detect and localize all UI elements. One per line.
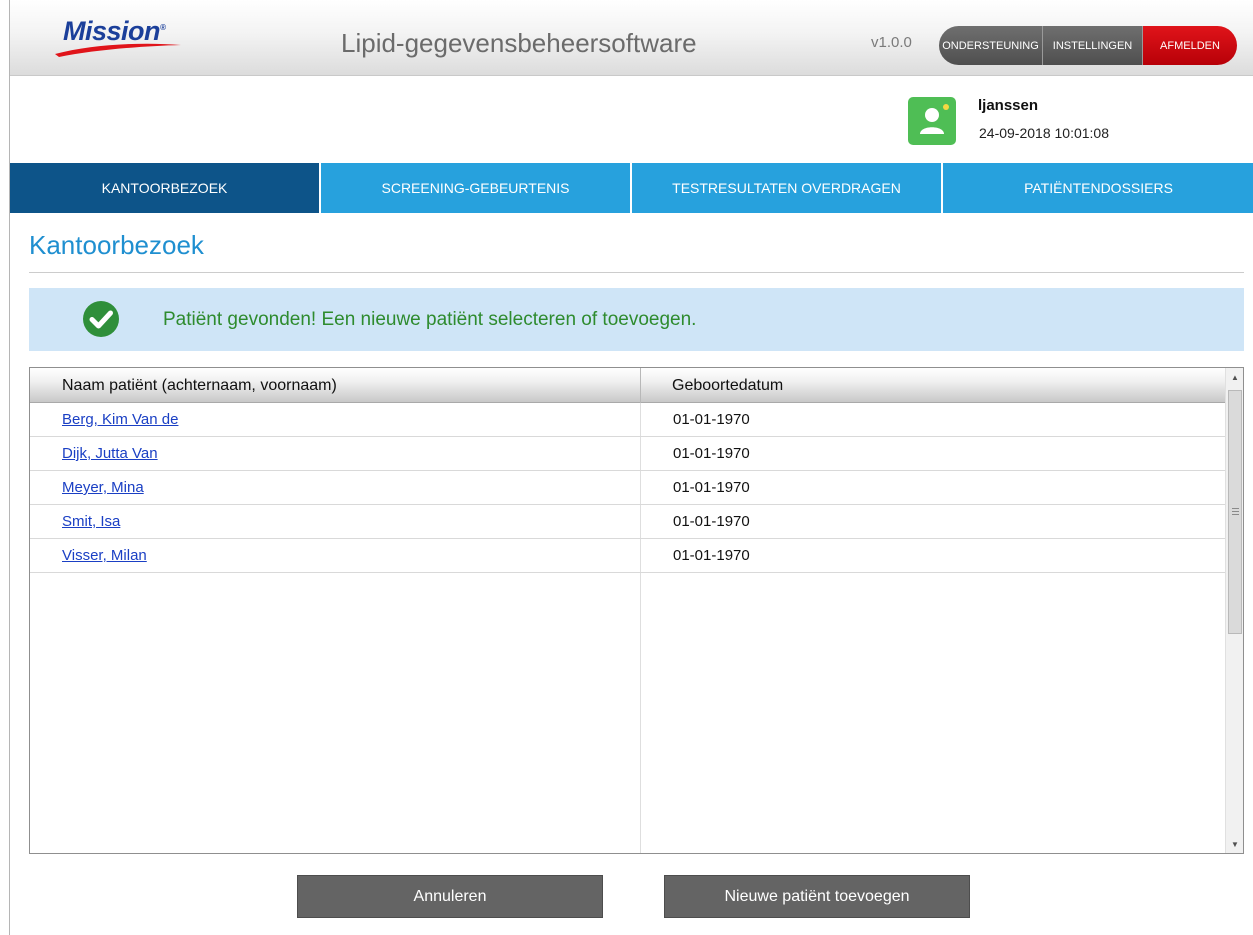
app-window: Mission® Lipid-gegevensbeheersoftware v1… xyxy=(9,0,1253,935)
scrollbar-thumb[interactable] xyxy=(1228,390,1242,634)
tab-testresultaten-overdragen[interactable]: TESTRESULTATEN OVERDRAGEN xyxy=(632,163,943,213)
patient-dob-cell: 01-01-1970 xyxy=(673,513,750,530)
patient-name-cell: Berg, Kim Van de xyxy=(30,411,641,428)
patient-dob-cell: 01-01-1970 xyxy=(673,547,750,564)
patient-name-cell: Dijk, Jutta Van xyxy=(30,445,641,462)
patient-name-link[interactable]: Meyer, Mina xyxy=(62,479,144,496)
patient-name-cell: Visser, Milan xyxy=(30,547,641,564)
tab-patientendossiers[interactable]: PATIËNTENDOSSIERS xyxy=(943,163,1253,213)
cancel-button[interactable]: Annuleren xyxy=(297,875,603,918)
title-divider xyxy=(29,272,1244,273)
header-bar: Mission® Lipid-gegevensbeheersoftware v1… xyxy=(10,0,1253,76)
grip-icon xyxy=(1232,508,1239,516)
logout-button[interactable]: AFMELDEN xyxy=(1143,26,1237,65)
settings-button[interactable]: INSTELLINGEN xyxy=(1043,26,1143,65)
logo-swoosh-icon xyxy=(55,43,181,57)
patient-table: Naam patiënt (achternaam, voornaam) Gebo… xyxy=(29,367,1244,854)
tab-kantoorbezoek[interactable]: KANTOORBEZOEK xyxy=(10,163,321,213)
tab-screening-gebeurtenis[interactable]: SCREENING-GEBEURTENIS xyxy=(321,163,632,213)
support-button[interactable]: ONDERSTEUNING xyxy=(939,26,1043,65)
column-header-name[interactable]: Naam patiënt (achternaam, voornaam) xyxy=(30,368,641,403)
header-button-group: ONDERSTEUNING INSTELLINGEN AFMELDEN xyxy=(939,26,1237,65)
patient-name-cell: Smit, Isa xyxy=(30,513,641,530)
main-nav: KANTOORBEZOEK SCREENING-GEBEURTENIS TEST… xyxy=(10,163,1253,213)
patient-dob-cell: 01-01-1970 xyxy=(673,479,750,496)
patient-name-cell: Meyer, Mina xyxy=(30,479,641,496)
table-row[interactable]: Meyer, Mina 01-01-1970 xyxy=(30,471,1225,505)
table-body: Berg, Kim Van de 01-01-1970 Dijk, Jutta … xyxy=(30,403,1225,573)
column-header-dob[interactable]: Geboortedatum xyxy=(641,368,1225,403)
username: ljanssen xyxy=(978,97,1039,114)
patient-dob-cell: 01-01-1970 xyxy=(673,445,750,462)
mission-logo: Mission® xyxy=(53,16,193,66)
user-icon xyxy=(908,97,956,145)
patient-name-link[interactable]: Smit, Isa xyxy=(62,513,120,530)
patient-dob-cell: 01-01-1970 xyxy=(673,411,750,428)
table-row[interactable]: Dijk, Jutta Van 01-01-1970 xyxy=(30,437,1225,471)
add-patient-button[interactable]: Nieuwe patiënt toevoegen xyxy=(664,875,970,918)
table-row[interactable]: Visser, Milan 01-01-1970 xyxy=(30,539,1225,573)
version-label: v1.0.0 xyxy=(871,34,912,51)
patient-name-link[interactable]: Visser, Milan xyxy=(62,547,147,564)
alert-message: Patiënt gevonden! Een nieuwe patiënt sel… xyxy=(163,309,697,330)
scroll-down-arrow-icon[interactable]: ▼ xyxy=(1226,835,1244,853)
login-datetime: 24-09-2018 10:01:08 xyxy=(979,125,1109,141)
table-row[interactable]: Smit, Isa 01-01-1970 xyxy=(30,505,1225,539)
scroll-up-arrow-icon[interactable]: ▲ xyxy=(1226,368,1244,386)
check-circle-icon xyxy=(83,301,119,337)
table-scrollbar[interactable]: ▲ ▼ xyxy=(1225,368,1243,853)
table-header: Naam patiënt (achternaam, voornaam) Gebo… xyxy=(30,368,1225,403)
app-title: Lipid-gegevensbeheersoftware xyxy=(341,28,697,58)
page-title: Kantoorbezoek xyxy=(29,230,204,260)
patient-name-link[interactable]: Dijk, Jutta Van xyxy=(62,445,158,462)
success-alert: Patiënt gevonden! Een nieuwe patiënt sel… xyxy=(29,288,1244,351)
table-row[interactable]: Berg, Kim Van de 01-01-1970 xyxy=(30,403,1225,437)
patient-name-link[interactable]: Berg, Kim Van de xyxy=(62,411,178,428)
